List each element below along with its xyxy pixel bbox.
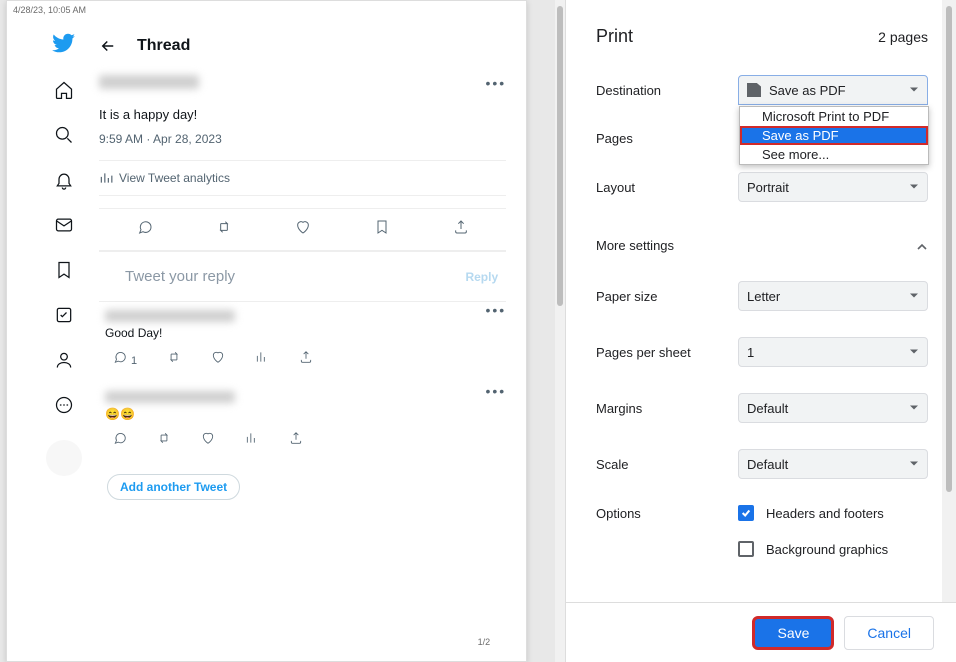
pps-value: 1	[747, 345, 754, 360]
options-label: Options	[596, 506, 738, 521]
bg-checkbox[interactable]	[738, 541, 754, 557]
dropdown-option[interactable]: See more...	[740, 145, 928, 164]
views-icon[interactable]	[255, 350, 269, 369]
print-preview: 4/28/23, 10:05 AM Th	[0, 0, 555, 662]
analytics-icon	[99, 171, 113, 185]
print-dialog: Print 2 pages Destination Save as PDF Mi…	[565, 0, 956, 662]
reply-text: Good Day!	[105, 326, 500, 340]
compose-circle[interactable]	[46, 440, 82, 476]
like-icon[interactable]	[211, 350, 225, 369]
bookmark-icon[interactable]	[54, 260, 74, 285]
share-icon[interactable]	[289, 431, 303, 450]
more-circle-icon[interactable]	[54, 395, 74, 420]
tweet-author: •••	[99, 75, 506, 99]
like-icon[interactable]	[201, 431, 215, 450]
bell-icon[interactable]	[54, 170, 74, 195]
pps-label: Pages per sheet	[596, 345, 738, 360]
page-count: 2 pages	[878, 29, 928, 45]
tweet-more-icon[interactable]: •••	[485, 75, 506, 91]
destination-value: Save as PDF	[769, 83, 846, 98]
pdf-file-icon	[747, 83, 761, 97]
destination-select[interactable]: Save as PDF Microsoft Print to PDF Save …	[738, 75, 928, 105]
analytics-link[interactable]: View Tweet analytics	[119, 171, 230, 185]
margins-value: Default	[747, 401, 788, 416]
chevron-up-icon	[916, 240, 928, 252]
layout-value: Portrait	[747, 180, 789, 195]
reply-button[interactable]: Reply	[465, 270, 498, 284]
layout-select[interactable]: Portrait	[738, 172, 928, 202]
pps-select[interactable]: 1	[738, 337, 928, 367]
dropdown-option-selected[interactable]: Save as PDF	[740, 126, 928, 145]
share-icon[interactable]	[299, 350, 313, 369]
save-button[interactable]: Save	[752, 616, 834, 650]
preview-timestamp: 4/28/23, 10:05 AM	[7, 1, 526, 19]
retweet-icon[interactable]	[157, 431, 171, 450]
destination-label: Destination	[596, 83, 738, 98]
margins-select[interactable]: Default	[738, 393, 928, 423]
preview-scrollbar[interactable]	[555, 0, 565, 662]
thread-title: Thread	[137, 37, 190, 55]
retweet-icon[interactable]	[216, 219, 232, 240]
retweet-icon[interactable]	[167, 350, 181, 369]
reply-placeholder: Tweet your reply	[125, 268, 465, 285]
reply-icon[interactable]	[137, 219, 153, 240]
reply-item: ••• Good Day! 1	[99, 302, 506, 383]
more-settings-toggle[interactable]: More settings	[596, 228, 928, 263]
reply-icon[interactable]	[113, 431, 127, 450]
scale-value: Default	[747, 457, 788, 472]
paper-size-select[interactable]: Letter	[738, 281, 928, 311]
profile-icon[interactable]	[54, 350, 74, 375]
page-counter: 1/2	[478, 637, 491, 647]
pages-label: Pages	[596, 131, 738, 146]
reply-more-icon[interactable]: •••	[485, 302, 506, 318]
print-title: Print	[596, 26, 633, 47]
bookmark-action-icon[interactable]	[374, 219, 390, 240]
reply-composer[interactable]: Tweet your reply Reply	[99, 251, 506, 302]
cancel-button[interactable]: Cancel	[844, 616, 934, 650]
margins-label: Margins	[596, 401, 738, 416]
twitter-blue-icon[interactable]	[54, 305, 74, 330]
dropdown-option[interactable]: Microsoft Print to PDF	[740, 107, 928, 126]
reply-more-icon[interactable]: •••	[485, 383, 506, 399]
scale-select[interactable]: Default	[738, 449, 928, 479]
back-icon[interactable]	[99, 37, 117, 55]
twitter-logo-icon	[52, 31, 76, 60]
headers-checkbox[interactable]	[738, 505, 754, 521]
panel-scrollbar[interactable]	[942, 0, 956, 602]
tweet-actions	[99, 208, 506, 251]
search-icon[interactable]	[54, 125, 74, 150]
views-icon[interactable]	[245, 431, 259, 450]
tweet-text: It is a happy day!	[99, 107, 506, 122]
twitter-sidebar	[39, 31, 89, 476]
paper-size-value: Letter	[747, 289, 780, 304]
add-another-button[interactable]: Add another Tweet	[107, 474, 240, 500]
bg-label: Background graphics	[766, 542, 888, 557]
share-icon[interactable]	[453, 219, 469, 240]
reply-icon[interactable]: 1	[113, 350, 137, 369]
like-icon[interactable]	[295, 219, 311, 240]
tweet-time: 9:59 AM · Apr 28, 2023	[99, 132, 506, 146]
home-icon[interactable]	[54, 80, 74, 105]
layout-label: Layout	[596, 180, 738, 195]
headers-label: Headers and footers	[766, 506, 884, 521]
reply-item: ••• 😄😄	[99, 383, 506, 464]
scale-label: Scale	[596, 457, 738, 472]
dialog-footer: Save Cancel	[566, 602, 956, 662]
mail-icon[interactable]	[54, 215, 74, 240]
destination-dropdown: Microsoft Print to PDF Save as PDF See m…	[739, 106, 929, 165]
reply-text: 😄😄	[105, 407, 500, 421]
paper-size-label: Paper size	[596, 289, 738, 304]
